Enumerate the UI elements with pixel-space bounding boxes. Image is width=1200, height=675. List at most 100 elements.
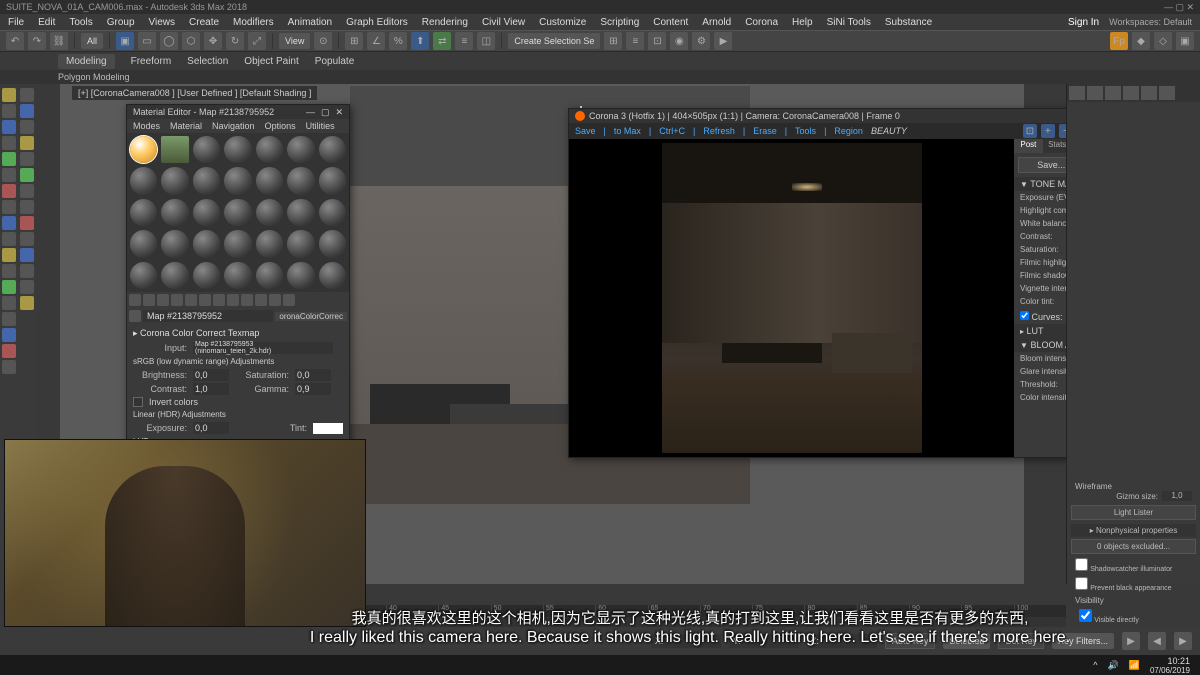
plugin1-icon[interactable]: ◆ bbox=[1132, 32, 1150, 50]
put-material-icon[interactable] bbox=[143, 294, 155, 306]
rail-icon[interactable] bbox=[2, 88, 16, 102]
go-sibling-icon[interactable] bbox=[283, 294, 295, 306]
go-parent-icon[interactable] bbox=[269, 294, 281, 306]
rail-icon[interactable] bbox=[2, 104, 16, 118]
rail-icon[interactable] bbox=[20, 136, 34, 150]
material-slot[interactable] bbox=[319, 199, 346, 226]
material-slot[interactable] bbox=[130, 199, 157, 226]
material-slot[interactable] bbox=[224, 199, 251, 226]
maximize-icon[interactable]: ▢ bbox=[321, 107, 330, 118]
material-slot[interactable] bbox=[287, 136, 314, 163]
workspace-selector[interactable]: Workspaces: Default bbox=[1109, 17, 1192, 27]
material-slot[interactable] bbox=[287, 167, 314, 194]
nonphys-header[interactable]: ▸ Nonphysical properties bbox=[1071, 524, 1196, 537]
material-slot[interactable] bbox=[319, 230, 346, 257]
rollout-title[interactable]: ▸ Corona Color Correct Texmap bbox=[133, 326, 343, 341]
show-end-icon[interactable] bbox=[255, 294, 267, 306]
mat-menu-navigation[interactable]: Navigation bbox=[212, 121, 255, 131]
display-tab-icon[interactable] bbox=[1141, 86, 1157, 100]
scale-icon[interactable]: ⤢ bbox=[248, 32, 266, 50]
material-slot[interactable] bbox=[193, 230, 220, 257]
tab-objectpaint[interactable]: Object Paint bbox=[244, 56, 298, 67]
assign-icon[interactable] bbox=[157, 294, 169, 306]
vfb-tomax[interactable]: to Max bbox=[614, 126, 641, 136]
selection-set-dropdown[interactable]: Create Selection Se bbox=[508, 33, 600, 49]
material-editor-titlebar[interactable]: Material Editor - Map #2138795952 — ▢ ✕ bbox=[127, 105, 349, 119]
input-map-button[interactable]: Map #2138795953 (ninomaru_teien_2k.hdr) bbox=[193, 342, 333, 354]
rail-icon[interactable] bbox=[20, 168, 34, 182]
menu-group[interactable]: Group bbox=[107, 17, 135, 28]
tray-wifi-icon[interactable]: 📶 bbox=[1129, 660, 1140, 671]
rail-icon[interactable] bbox=[2, 216, 16, 230]
material-slot[interactable] bbox=[130, 230, 157, 257]
fp-icon[interactable]: Fp bbox=[1110, 32, 1128, 50]
clock-date[interactable]: 07/06/2019 bbox=[1150, 666, 1190, 675]
menu-modifiers[interactable]: Modifiers bbox=[233, 17, 274, 28]
material-slot[interactable] bbox=[224, 167, 251, 194]
material-slot[interactable] bbox=[287, 262, 314, 289]
material-slot[interactable] bbox=[130, 136, 157, 163]
rail-icon[interactable] bbox=[2, 360, 16, 374]
list-icon[interactable]: ≡ bbox=[626, 32, 644, 50]
menu-civilview[interactable]: Civil View bbox=[482, 17, 525, 28]
rail-icon[interactable] bbox=[20, 152, 34, 166]
viewport-label[interactable]: [+] [CoronaCamera008 ] [User Defined ] [… bbox=[72, 86, 317, 100]
material-slot[interactable] bbox=[256, 136, 283, 163]
menu-sini[interactable]: SiNi Tools bbox=[827, 17, 871, 28]
material-slot[interactable] bbox=[256, 262, 283, 289]
material-slot[interactable] bbox=[224, 136, 251, 163]
rail-icon[interactable] bbox=[2, 232, 16, 246]
layer-icon[interactable]: ◫ bbox=[477, 32, 495, 50]
signin-link[interactable]: Sign In bbox=[1068, 17, 1099, 28]
material-slot[interactable] bbox=[319, 136, 346, 163]
material-slot[interactable] bbox=[193, 199, 220, 226]
rail-icon[interactable] bbox=[20, 216, 34, 230]
contrast-spinner[interactable]: 1,0 bbox=[193, 383, 229, 395]
tray-up-icon[interactable]: ^ bbox=[1093, 660, 1097, 670]
material-icon[interactable]: ◉ bbox=[670, 32, 688, 50]
material-slot[interactable] bbox=[256, 199, 283, 226]
material-slot[interactable] bbox=[287, 199, 314, 226]
tint-swatch[interactable] bbox=[313, 423, 343, 434]
invert-checkbox[interactable] bbox=[133, 397, 143, 407]
mat-menu-options[interactable]: Options bbox=[265, 121, 296, 131]
create-tab-icon[interactable] bbox=[1069, 86, 1085, 100]
rail-icon[interactable] bbox=[2, 200, 16, 214]
vfb-refresh[interactable]: Refresh bbox=[703, 126, 735, 136]
utilities-tab-icon[interactable] bbox=[1159, 86, 1175, 100]
material-slot[interactable] bbox=[224, 262, 251, 289]
schematic-icon[interactable]: ⊡ bbox=[648, 32, 666, 50]
vfb-erase[interactable]: Erase bbox=[753, 126, 777, 136]
curves-checkbox[interactable] bbox=[1020, 311, 1029, 320]
material-slot[interactable] bbox=[193, 262, 220, 289]
rail-icon[interactable] bbox=[20, 280, 34, 294]
redo-icon[interactable]: ↷ bbox=[28, 32, 46, 50]
rail-icon[interactable] bbox=[20, 200, 34, 214]
close-icon[interactable]: ✕ bbox=[335, 107, 343, 118]
menu-animation[interactable]: Animation bbox=[288, 17, 332, 28]
vfb-ctrlc[interactable]: Ctrl+C bbox=[659, 126, 685, 136]
rail-icon[interactable] bbox=[2, 136, 16, 150]
undo-icon[interactable]: ↶ bbox=[6, 32, 24, 50]
rail-icon[interactable] bbox=[20, 296, 34, 310]
select-fence-icon[interactable]: ⬡ bbox=[182, 32, 200, 50]
menu-help[interactable]: Help bbox=[792, 17, 813, 28]
menu-create[interactable]: Create bbox=[189, 17, 219, 28]
material-slot[interactable] bbox=[319, 262, 346, 289]
clock-time[interactable]: 10:21 bbox=[1150, 656, 1190, 666]
menu-scripting[interactable]: Scripting bbox=[600, 17, 639, 28]
menu-content[interactable]: Content bbox=[653, 17, 688, 28]
reset-icon[interactable] bbox=[171, 294, 183, 306]
percent-snap-icon[interactable]: % bbox=[389, 32, 407, 50]
gizmo-size-spinner[interactable]: 1,0 bbox=[1162, 491, 1192, 501]
rail-icon[interactable] bbox=[20, 248, 34, 262]
tab-freeform[interactable]: Freeform bbox=[131, 56, 172, 67]
rail-icon[interactable] bbox=[2, 168, 16, 182]
rail-icon[interactable] bbox=[2, 248, 16, 262]
vfb-region[interactable]: Region bbox=[834, 126, 863, 136]
spinner-snap-icon[interactable]: ⬆ bbox=[411, 32, 429, 50]
material-slot[interactable] bbox=[161, 230, 188, 257]
tab-selection[interactable]: Selection bbox=[187, 56, 228, 67]
align-icon[interactable]: ≡ bbox=[455, 32, 473, 50]
menu-views[interactable]: Views bbox=[149, 17, 176, 28]
